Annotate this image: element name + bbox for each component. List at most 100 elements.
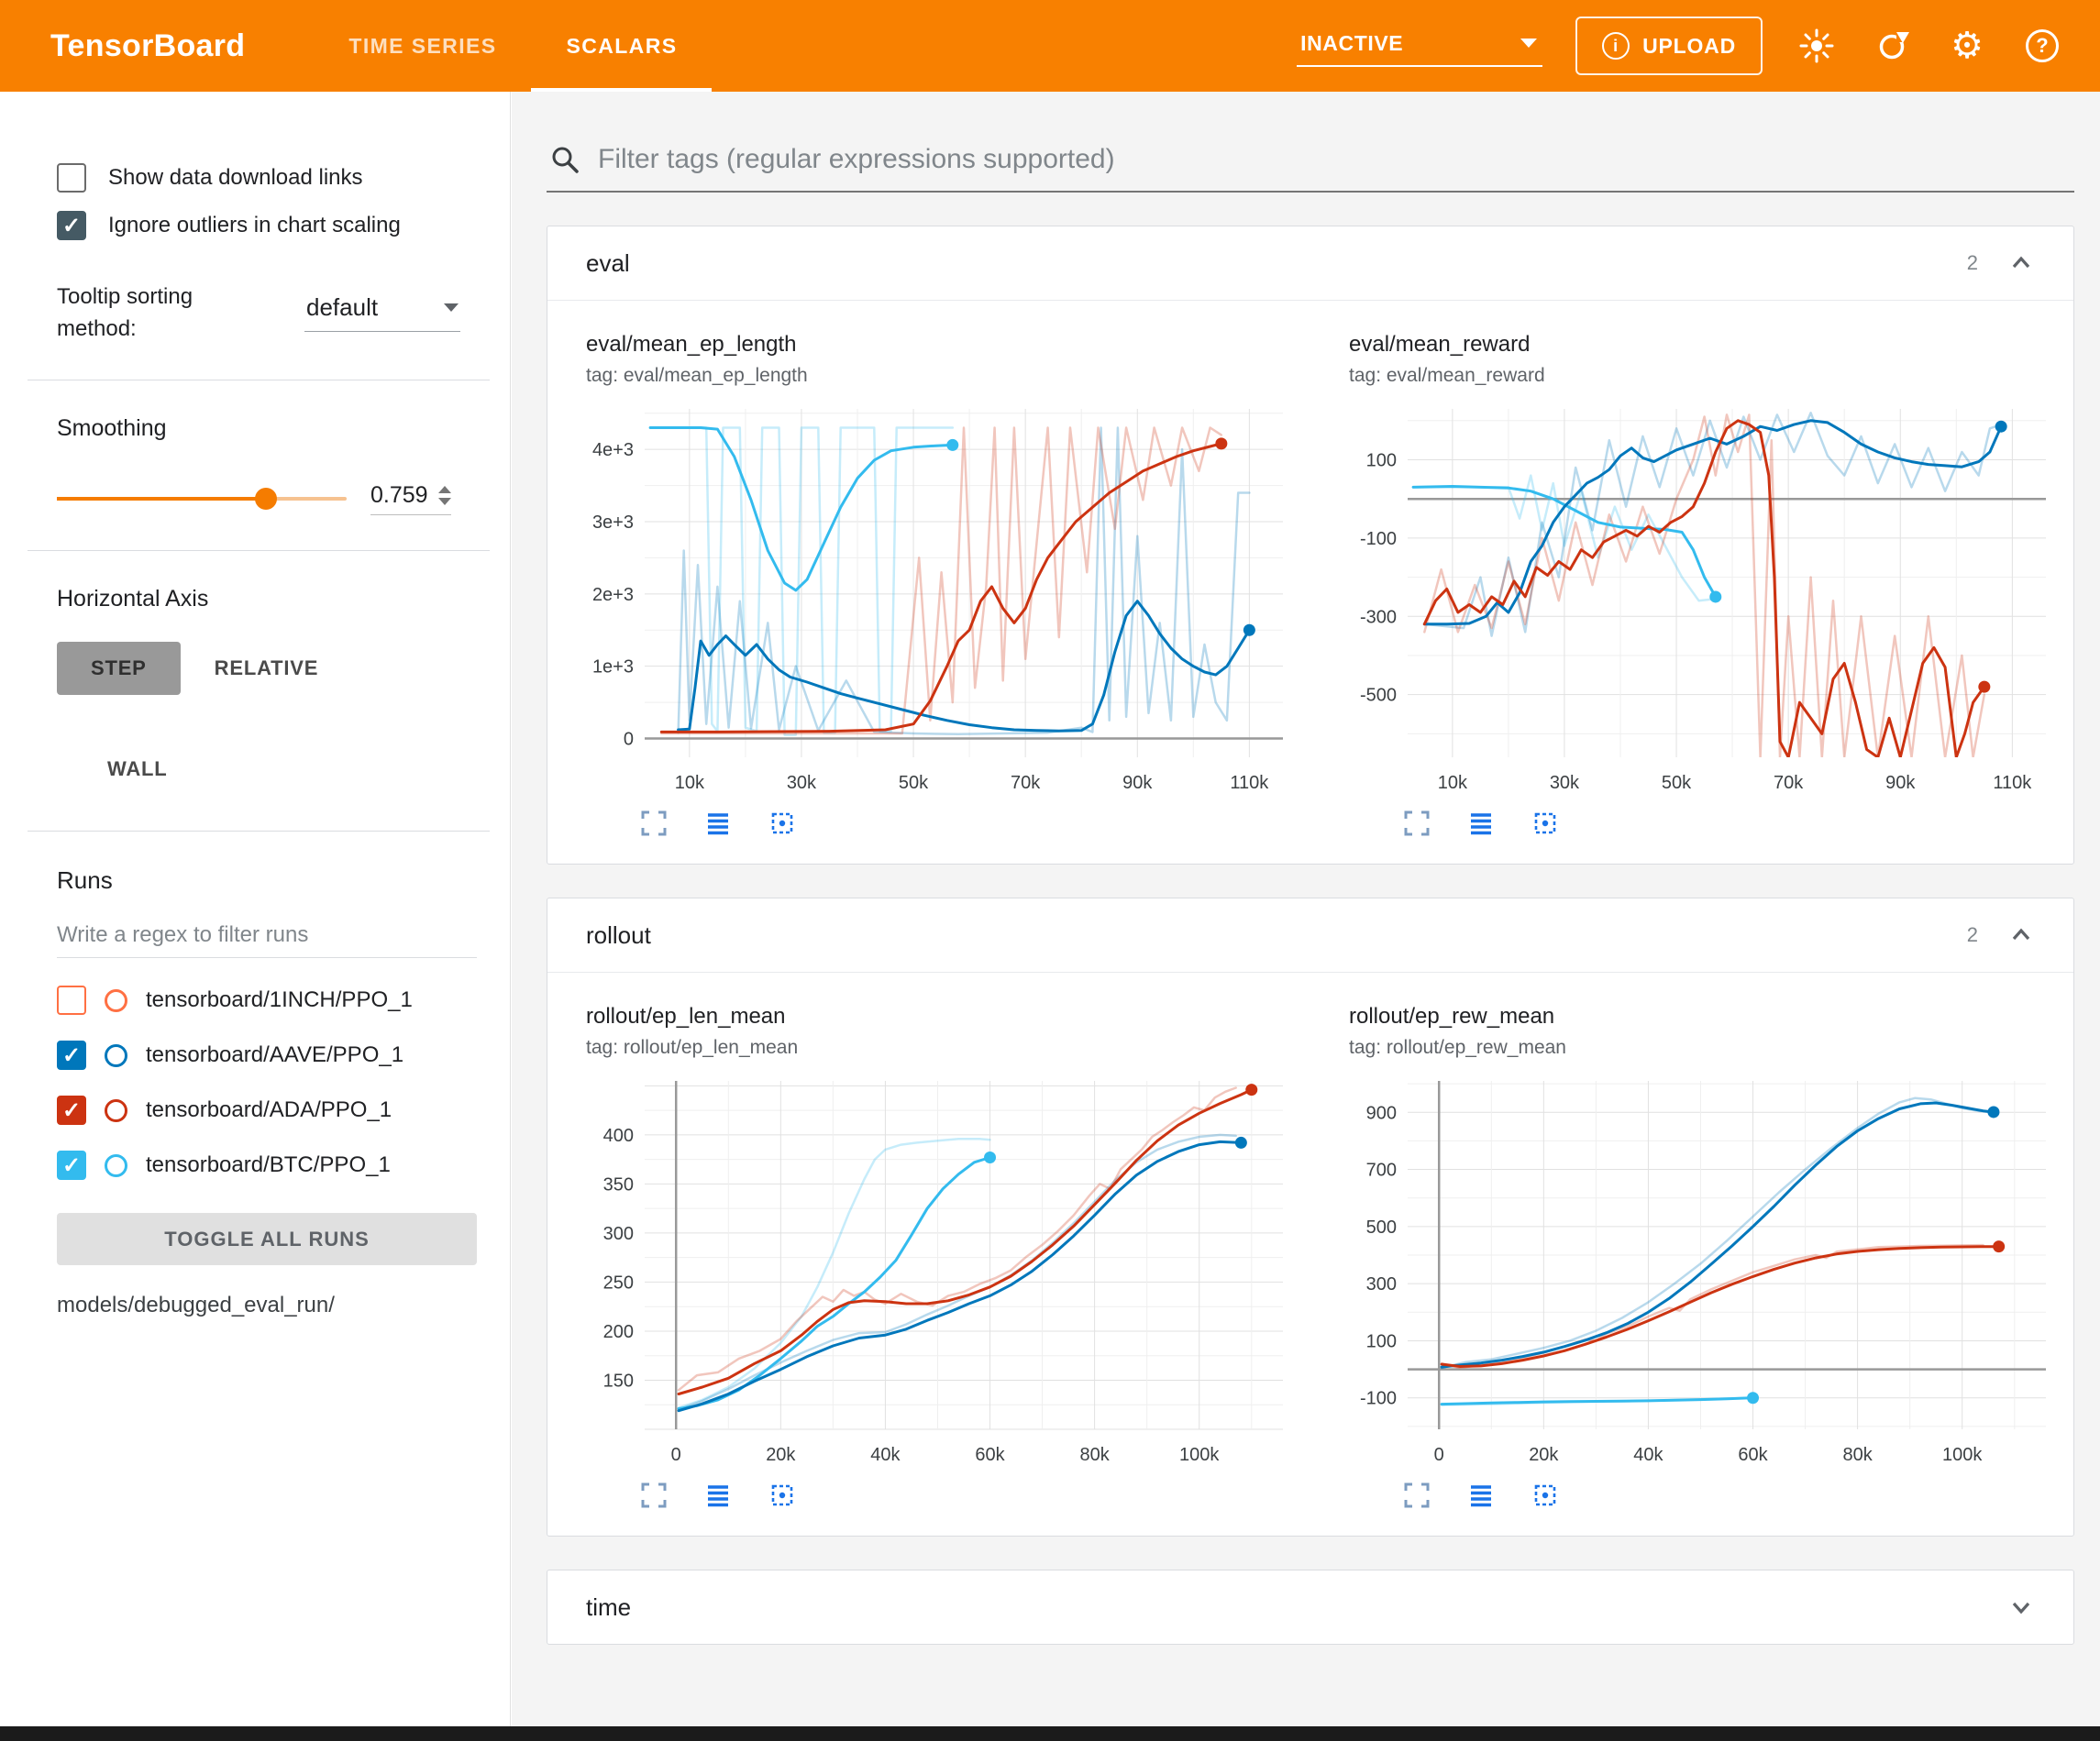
help-glyph: ? <box>2026 29 2059 62</box>
svg-text:350: 350 <box>603 1174 634 1195</box>
svg-text:300: 300 <box>603 1224 634 1244</box>
run-checkbox[interactable] <box>57 1096 86 1125</box>
divider <box>28 550 490 551</box>
caret-down-icon <box>1520 39 1537 48</box>
axis-wall-button[interactable]: WALL <box>73 743 202 796</box>
line-chart[interactable]: 020k40k60k80k100k150200250300350400 <box>586 1070 1294 1475</box>
tooltip-sorting-dropdown[interactable]: default <box>304 288 460 332</box>
chart-title: rollout/ep_len_mean <box>586 1004 1310 1030</box>
expand-chart-icon[interactable] <box>639 809 669 838</box>
step-up-icon[interactable] <box>438 486 451 493</box>
svg-text:30k: 30k <box>1550 773 1580 793</box>
svg-text:60k: 60k <box>975 1445 1005 1465</box>
view-data-icon[interactable] <box>1466 1481 1496 1510</box>
chart-toolbar <box>639 1481 1310 1510</box>
help-icon[interactable]: ? <box>2021 25 2063 67</box>
ignore-outliers-checkbox[interactable] <box>57 211 86 240</box>
chart-tag: tag: rollout/ep_rew_mean <box>1349 1037 2073 1059</box>
tag-filter-input[interactable] <box>598 144 2069 175</box>
tab-scalars[interactable]: SCALARS <box>531 0 712 92</box>
fit-domain-icon[interactable] <box>768 809 797 838</box>
chart-card-mean-reward: eval/mean_reward tag: eval/mean_reward 1… <box>1310 332 2073 838</box>
status-dropdown[interactable]: INACTIVE <box>1297 26 1542 67</box>
chart-tag: tag: eval/mean_ep_length <box>586 365 1310 387</box>
view-data-icon[interactable] <box>703 809 733 838</box>
svg-text:0: 0 <box>1434 1445 1444 1465</box>
runs-filter <box>57 922 477 958</box>
app-title: TensorBoard <box>50 28 245 64</box>
expand-chart-icon[interactable] <box>1402 1481 1431 1510</box>
settings-gear-icon[interactable]: ⚙ <box>1946 25 1988 67</box>
expand-chart-icon[interactable] <box>1402 809 1431 838</box>
run-row-btc[interactable]: tensorboard/BTC/PPO_1 <box>57 1138 492 1193</box>
upload-label: UPLOAD <box>1642 34 1736 59</box>
view-data-icon[interactable] <box>1466 809 1496 838</box>
run-checkbox[interactable] <box>57 986 86 1015</box>
chart-title: rollout/ep_rew_mean <box>1349 1004 2073 1030</box>
svg-text:-500: -500 <box>1360 686 1397 706</box>
chart-tag: tag: rollout/ep_len_mean <box>586 1037 1310 1059</box>
section-header-time[interactable]: time <box>547 1570 2073 1644</box>
line-chart[interactable]: 10k30k50k70k90k110k01e+32e+33e+34e+3 <box>586 398 1294 803</box>
show-download-links-row[interactable]: Show data download links <box>57 163 492 193</box>
step-down-icon[interactable] <box>438 498 451 505</box>
svg-text:50k: 50k <box>899 773 929 793</box>
expand-chart-icon[interactable] <box>639 1481 669 1510</box>
tab-time-series[interactable]: TIME SERIES <box>314 0 531 92</box>
chart-title: eval/mean_ep_length <box>586 332 1310 358</box>
smoothing-value-box <box>370 482 451 515</box>
run-list: tensorboard/1INCH/PPO_1 tensorboard/AAVE… <box>57 973 492 1193</box>
brightness-icon[interactable] <box>1796 25 1838 67</box>
svg-text:100k: 100k <box>1179 1445 1220 1465</box>
svg-text:110k: 110k <box>1993 773 2032 793</box>
svg-text:10k: 10k <box>675 773 705 793</box>
toggle-all-runs-button[interactable]: TOGGLE ALL RUNS <box>57 1213 477 1265</box>
run-color-swatch <box>105 1044 127 1067</box>
svg-text:30k: 30k <box>787 773 817 793</box>
run-row-aave[interactable]: tensorboard/AAVE/PPO_1 <box>57 1028 492 1083</box>
section-header-rollout[interactable]: rollout 2 <box>547 898 2073 972</box>
line-chart[interactable]: 10k30k50k70k90k110k-500-300-100100 <box>1349 398 2057 803</box>
show-download-links-checkbox[interactable] <box>57 163 86 193</box>
svg-text:500: 500 <box>1366 1218 1397 1238</box>
run-color-swatch <box>105 1099 127 1122</box>
runs-title: Runs <box>57 866 492 895</box>
fit-domain-icon[interactable] <box>1531 1481 1560 1510</box>
run-row-ada[interactable]: tensorboard/ADA/PPO_1 <box>57 1083 492 1138</box>
divider <box>28 831 490 832</box>
svg-text:90k: 90k <box>1122 773 1153 793</box>
run-checkbox[interactable] <box>57 1151 86 1180</box>
ignore-outliers-row[interactable]: Ignore outliers in chart scaling <box>57 211 492 240</box>
line-chart[interactable]: 020k40k60k80k100k-100100300500700900 <box>1349 1070 2057 1475</box>
run-row-1inch[interactable]: tensorboard/1INCH/PPO_1 <box>57 973 492 1028</box>
fit-domain-icon[interactable] <box>768 1481 797 1510</box>
run-checkbox[interactable] <box>57 1041 86 1070</box>
smoothing-slider[interactable] <box>57 497 347 501</box>
refresh-icon[interactable] <box>1871 25 1913 67</box>
section-title: eval <box>586 249 630 278</box>
view-data-icon[interactable] <box>703 1481 733 1510</box>
smoothing-value-input[interactable] <box>370 482 435 509</box>
runs-filter-input[interactable] <box>57 922 477 948</box>
horizontal-scrollbar[interactable] <box>0 1726 2100 1741</box>
header-actions: INACTIVE i UPLOAD <box>1297 17 2063 75</box>
tooltip-sorting-label: Tooltip sorting method: <box>57 281 254 345</box>
axis-relative-button[interactable]: RELATIVE <box>181 642 353 695</box>
tooltip-sorting-value: default <box>306 293 378 322</box>
smoothing-stepper[interactable] <box>438 486 451 505</box>
chart-title: eval/mean_reward <box>1349 332 2073 358</box>
slider-thumb[interactable] <box>255 488 277 510</box>
fit-domain-icon[interactable] <box>1531 809 1560 838</box>
collapse-icon[interactable] <box>2007 249 2035 277</box>
run-color-swatch <box>105 989 127 1012</box>
section-title: rollout <box>586 921 651 950</box>
svg-text:50k: 50k <box>1662 773 1692 793</box>
section-header-eval[interactable]: eval 2 <box>547 226 2073 300</box>
axis-step-button[interactable]: STEP <box>57 642 181 695</box>
svg-text:100k: 100k <box>1942 1445 1983 1465</box>
expand-icon[interactable] <box>2007 1593 2035 1621</box>
upload-button[interactable]: i UPLOAD <box>1575 17 1763 75</box>
section-card-rollout: rollout 2 rollout/ep_len_mean tag: rollo… <box>547 898 2074 1537</box>
svg-text:900: 900 <box>1366 1103 1397 1123</box>
collapse-icon[interactable] <box>2007 921 2035 949</box>
